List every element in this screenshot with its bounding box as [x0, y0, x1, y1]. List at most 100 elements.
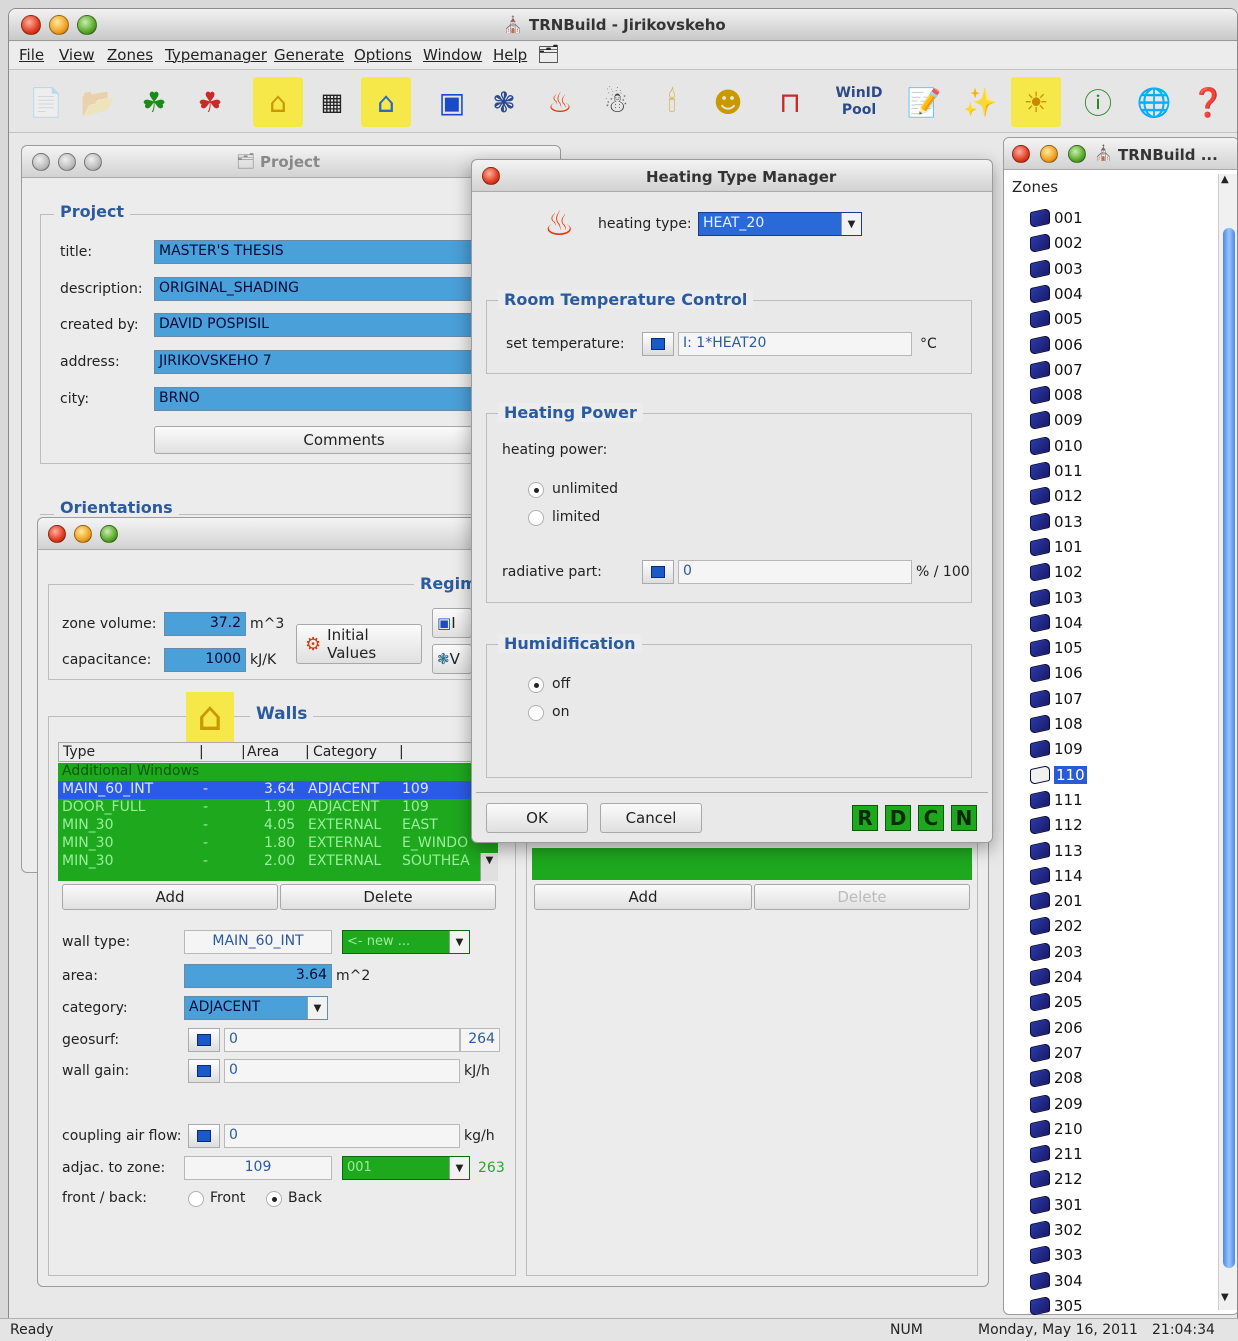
zone-item[interactable]: 108 — [1030, 712, 1083, 736]
info-icon[interactable]: ⓘ — [1073, 77, 1123, 127]
zone-close-button[interactable] — [48, 525, 66, 543]
open-folder-icon[interactable]: 📂 — [73, 77, 123, 127]
ok-button[interactable]: OK — [486, 803, 588, 833]
d-button[interactable]: D — [885, 805, 911, 831]
zone-item[interactable]: 103 — [1030, 586, 1083, 610]
zone-item[interactable]: 204 — [1030, 965, 1083, 989]
globe-icon[interactable]: 🌐 — [1129, 77, 1179, 127]
wall-type-select[interactable]: <- new ... ▼ — [342, 930, 470, 954]
menu-options[interactable]: Options — [354, 46, 412, 64]
close-button[interactable] — [21, 15, 41, 35]
sun-icon[interactable]: ☀ — [1011, 77, 1061, 127]
report-icon[interactable]: 📝 — [899, 77, 949, 127]
zone-item[interactable]: 102 — [1030, 560, 1083, 584]
adjac-field[interactable]: 109 — [184, 1156, 332, 1180]
front-radio[interactable] — [188, 1191, 204, 1207]
minimize-button[interactable] — [49, 15, 69, 35]
menu-file[interactable]: File — [19, 46, 44, 64]
add-zone-icon[interactable]: ☘ — [129, 77, 179, 127]
menu-view[interactable]: View — [59, 46, 95, 64]
window-add-button[interactable]: Add — [534, 884, 752, 910]
table-row[interactable]: DOOR_FULL - 1.90 ADJACENT 109 — [58, 799, 498, 817]
radiative-field[interactable]: 0 — [678, 560, 912, 584]
table-scroll-down-icon[interactable]: ▼ — [480, 853, 498, 881]
set-temp-field[interactable]: I: 1*HEAT20 — [678, 332, 912, 356]
winid-pool-button[interactable]: WinID Pool — [829, 77, 889, 127]
zone-item[interactable]: 112 — [1030, 813, 1083, 837]
header-area[interactable]: Area — [247, 744, 279, 760]
regime-button-1[interactable]: ▣ I — [432, 608, 472, 638]
heating-type-select[interactable]: HEAT_20 ▼ — [698, 212, 862, 236]
regime-icon[interactable]: ▣ — [427, 77, 477, 127]
zone-item[interactable]: 301 — [1030, 1193, 1083, 1217]
capacitance-field[interactable]: 1000 — [164, 648, 246, 672]
scroll-thumb[interactable] — [1223, 228, 1235, 1268]
gains-candle-icon[interactable]: 🕯 — [647, 77, 697, 127]
set-temp-schedule-icon[interactable] — [642, 332, 674, 356]
table-row[interactable]: MIN_30 - 1.80 EXTERNAL E_WINDO — [58, 835, 498, 853]
zoom-button[interactable] — [77, 15, 97, 35]
created-by-field[interactable]: DAVID POSPISIL — [154, 313, 484, 337]
back-radio[interactable] — [266, 1191, 282, 1207]
zone-item[interactable]: 114 — [1030, 864, 1083, 888]
ventilation-fan-icon[interactable]: ❃ — [479, 77, 529, 127]
zone-item[interactable]: 211 — [1030, 1142, 1083, 1166]
regime-button-2[interactable]: ❃ V — [432, 644, 472, 674]
zone-minimize-button[interactable] — [74, 525, 92, 543]
zone-item[interactable]: 207 — [1030, 1041, 1083, 1065]
zone-item[interactable]: 304 — [1030, 1269, 1083, 1293]
windows-table[interactable] — [532, 848, 972, 880]
zones-scrollbar[interactable]: ▲ ▼ — [1218, 174, 1237, 1310]
zone-item[interactable]: 003 — [1030, 257, 1083, 281]
wall-gain-schedule-icon[interactable] — [188, 1059, 220, 1083]
remove-zone-icon[interactable]: ☘ — [185, 77, 235, 127]
menu-window[interactable]: Window — [423, 46, 482, 64]
zone-item[interactable]: 008 — [1030, 383, 1083, 407]
geosurf-schedule-icon[interactable] — [188, 1028, 220, 1052]
zone-item[interactable]: 012 — [1030, 484, 1083, 508]
help-book-icon[interactable]: ❓ — [1183, 77, 1233, 127]
help-context-icon[interactable]: 🗂 — [537, 44, 560, 65]
coupling-field[interactable]: 0 — [224, 1124, 460, 1148]
table-row[interactable]: MAIN_60_INT - 3.64 ADJACENT 109 — [58, 781, 498, 799]
zone-item[interactable]: 209 — [1030, 1092, 1083, 1116]
zone-item[interactable]: 110 — [1030, 763, 1087, 787]
address-field[interactable]: JIRIKOVSKEHO 7 — [154, 350, 484, 374]
zone-item[interactable]: 007 — [1030, 358, 1083, 382]
zone-item[interactable]: 005 — [1030, 307, 1083, 331]
zone-volume-field[interactable]: 37.2 — [164, 612, 246, 636]
zone-item[interactable]: 205 — [1030, 990, 1083, 1014]
project-close-button[interactable] — [32, 153, 50, 171]
zone-item[interactable]: 302 — [1030, 1218, 1083, 1242]
chevron-down-icon[interactable]: ▼ — [841, 213, 861, 235]
zone-item[interactable]: 002 — [1030, 231, 1083, 255]
zone-item[interactable]: 303 — [1030, 1243, 1083, 1267]
zone-item[interactable]: 010 — [1030, 434, 1083, 458]
zone-item[interactable]: 202 — [1030, 914, 1083, 938]
menu-generate[interactable]: Generate — [274, 46, 344, 64]
coupling-schedule-icon[interactable] — [188, 1124, 220, 1148]
heating-flame-icon[interactable]: ♨ — [535, 77, 585, 127]
zone-item[interactable]: 203 — [1030, 940, 1083, 964]
zone-item[interactable]: 105 — [1030, 636, 1083, 660]
chevron-down-icon[interactable]: ▼ — [307, 997, 327, 1019]
header-type[interactable]: Type — [63, 744, 95, 760]
project-minimize-button[interactable] — [58, 153, 76, 171]
wall-gain-field[interactable]: 0 — [224, 1059, 460, 1083]
r-button[interactable]: R — [852, 805, 878, 831]
scroll-down-icon[interactable]: ▼ — [1221, 1292, 1229, 1303]
menu-zones[interactable]: Zones — [107, 46, 153, 64]
humid-on-radio[interactable] — [528, 705, 544, 721]
zone-item[interactable]: 201 — [1030, 889, 1083, 913]
wall-delete-button[interactable]: Delete — [280, 884, 496, 910]
wall-add-button[interactable]: Add — [62, 884, 278, 910]
zones-close-button[interactable] — [1012, 145, 1030, 163]
wall-type-field[interactable]: MAIN_60_INT — [184, 930, 332, 954]
zone-item[interactable]: 212 — [1030, 1167, 1083, 1191]
cancel-button[interactable]: Cancel — [600, 803, 702, 833]
category-select[interactable]: ADJACENT ▼ — [184, 996, 328, 1020]
zone-item[interactable]: 107 — [1030, 687, 1083, 711]
area-field[interactable]: 3.64 — [184, 964, 332, 988]
new-document-icon[interactable]: 📄 — [21, 77, 71, 127]
c-button[interactable]: C — [918, 805, 944, 831]
